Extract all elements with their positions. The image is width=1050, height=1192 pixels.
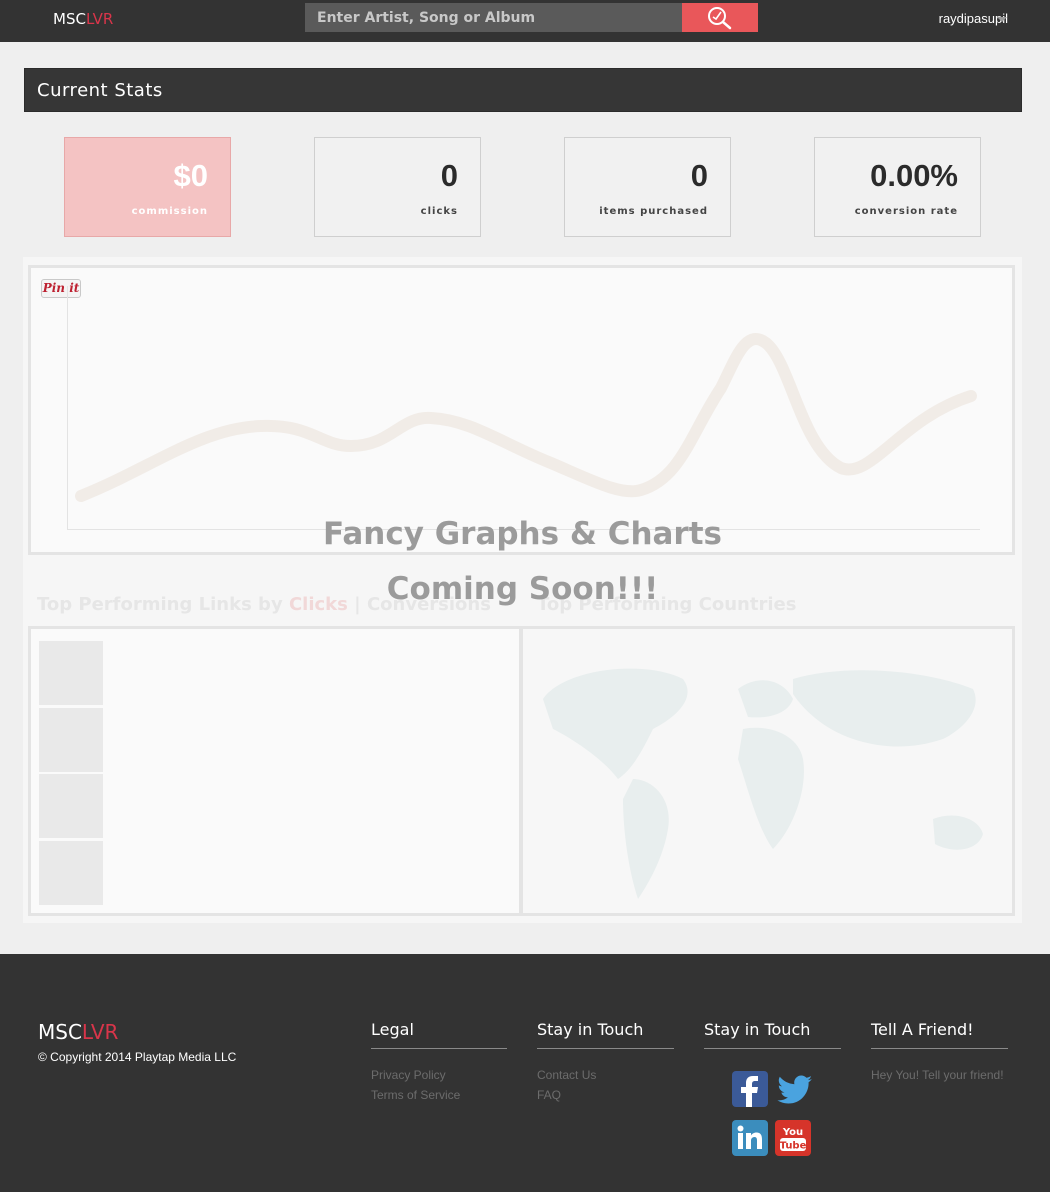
coming-soon-line-1: Fancy Graphs & Charts bbox=[322, 516, 722, 552]
facebook-icon[interactable] bbox=[732, 1071, 768, 1107]
search-icon bbox=[708, 6, 732, 29]
divider bbox=[704, 1048, 841, 1049]
stat-value: 0 bbox=[440, 158, 458, 193]
footer-legal: Legal Privacy Policy Terms of Service bbox=[371, 1020, 507, 1101]
top-links-panel bbox=[28, 626, 522, 916]
footer-logo-text-lvr: LVR bbox=[81, 1020, 119, 1044]
coming-soon-line-2: Coming Soon!!! bbox=[386, 571, 659, 607]
stat-clicks: 0 clicks bbox=[314, 137, 481, 237]
stat-label: clicks bbox=[420, 206, 458, 217]
stat-items-purchased: 0 items purchased bbox=[564, 137, 731, 237]
stat-value: $0 bbox=[173, 158, 208, 193]
footer-social-title: Stay in Touch bbox=[704, 1020, 811, 1039]
privacy-policy-link[interactable]: Privacy Policy bbox=[371, 1069, 507, 1081]
stat-value: 0.00% bbox=[870, 158, 958, 193]
twitter-icon[interactable] bbox=[776, 1071, 813, 1107]
footer-stay-in-touch: Stay in Touch Contact Us FAQ bbox=[537, 1020, 674, 1101]
footer-logo-text-msc: MSC bbox=[38, 1020, 82, 1044]
world-map-panel bbox=[520, 626, 1015, 916]
search-input[interactable] bbox=[305, 3, 682, 32]
album-thumbnail[interactable] bbox=[39, 641, 103, 705]
album-thumbnail[interactable] bbox=[39, 708, 103, 772]
logo-text-lvr: LVR bbox=[85, 10, 114, 28]
footer: MSCLVR © Copyright 2014 Playtap Media LL… bbox=[0, 954, 1050, 1192]
svg-text:Tube: Tube bbox=[780, 1141, 807, 1152]
stat-value: 0 bbox=[690, 158, 708, 193]
stat-commission: $0 commission bbox=[64, 137, 231, 237]
search-bar bbox=[305, 3, 758, 32]
world-map bbox=[543, 668, 983, 899]
youtube-icon[interactable]: You Tube bbox=[775, 1120, 811, 1156]
analytics-panel: Pin it Fancy Graphs & Charts Top Perform… bbox=[23, 257, 1022, 923]
graph-line bbox=[75, 333, 977, 502]
footer-social: Stay in Touch bbox=[704, 1020, 841, 1049]
linkedin-icon[interactable] bbox=[732, 1120, 768, 1156]
stat-label: conversion rate bbox=[854, 206, 958, 217]
search-button[interactable] bbox=[682, 3, 758, 32]
copyright-text: © Copyright 2014 Playtap Media LLC bbox=[38, 1050, 237, 1064]
logo-text-msc: MSC bbox=[53, 10, 86, 28]
stats-title: Current Stats bbox=[37, 80, 163, 101]
footer-friend-title: Tell A Friend! bbox=[871, 1020, 974, 1039]
album-thumbnail[interactable] bbox=[39, 774, 103, 838]
footer-logo[interactable]: MSCLVR bbox=[38, 1020, 118, 1044]
top-navbar: MSCLVR raydipasupil bbox=[0, 0, 1050, 42]
stat-label: items purchased bbox=[599, 206, 708, 217]
tell-a-friend-link[interactable]: Hey You! Tell your friend! bbox=[871, 1069, 1008, 1081]
contact-us-link[interactable]: Contact Us bbox=[537, 1069, 674, 1081]
footer-legal-title: Legal bbox=[371, 1020, 414, 1039]
svg-text:You: You bbox=[782, 1127, 803, 1138]
chevron-down-icon[interactable] bbox=[997, 17, 1007, 22]
faq-link[interactable]: FAQ bbox=[537, 1089, 674, 1101]
stat-conversion-rate: 0.00% conversion rate bbox=[814, 137, 981, 237]
stats-header: Current Stats bbox=[24, 68, 1022, 112]
brand-logo[interactable]: MSCLVR bbox=[53, 10, 113, 28]
terms-of-service-link[interactable]: Terms of Service bbox=[371, 1089, 507, 1101]
album-thumbnail[interactable] bbox=[39, 841, 103, 905]
graph-placeholder: Pin it bbox=[28, 265, 1015, 555]
footer-tell-a-friend: Tell A Friend! Hey You! Tell your friend… bbox=[871, 1020, 1008, 1081]
footer-touch-title: Stay in Touch bbox=[537, 1020, 644, 1039]
stat-label: commission bbox=[131, 206, 208, 217]
